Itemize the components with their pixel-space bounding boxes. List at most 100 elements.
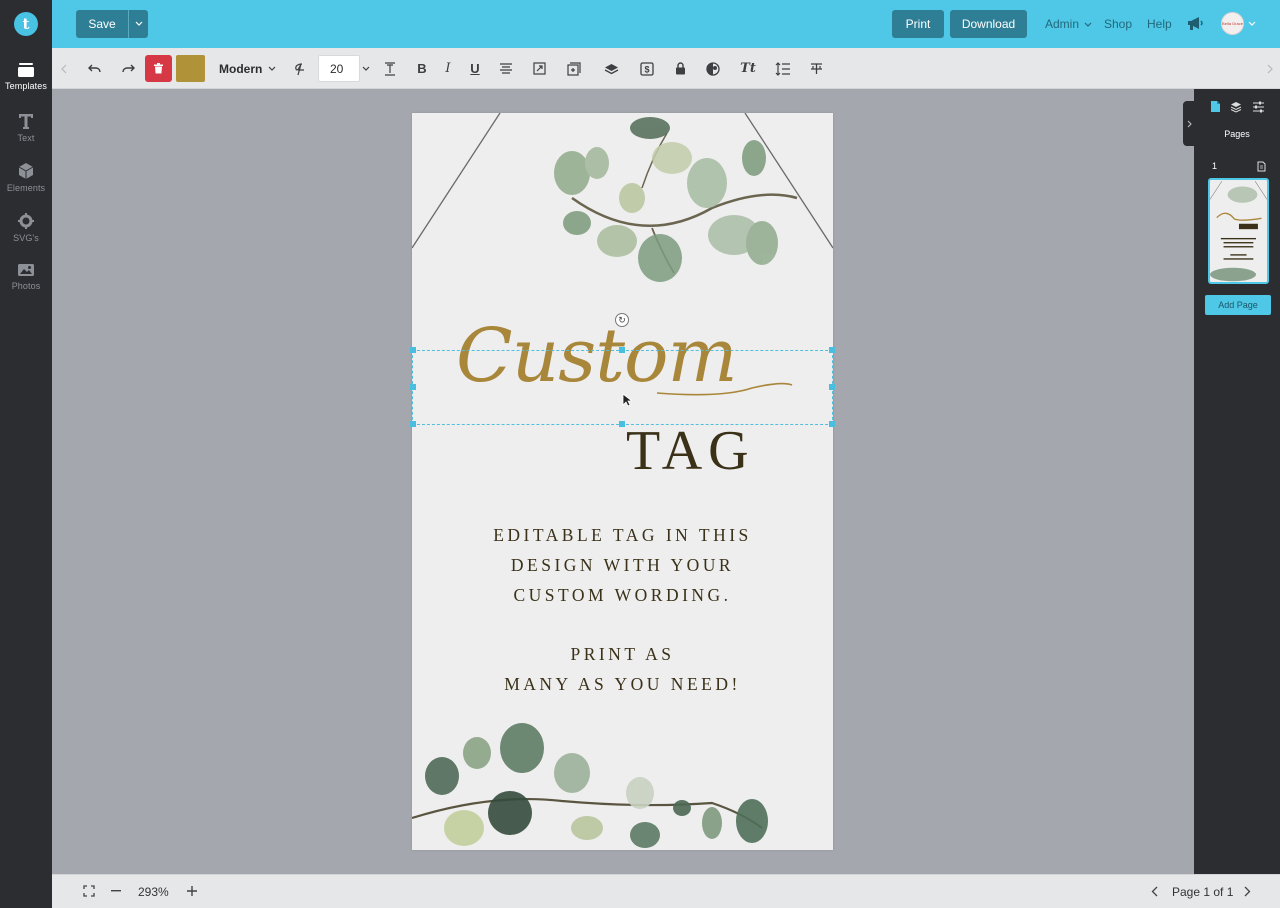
sidebar-item-text[interactable]: Text (0, 112, 52, 143)
font-size-dropdown[interactable] (360, 55, 372, 82)
page-number-label: 1 (1212, 161, 1218, 171)
sidebar-item-label: Text (17, 133, 35, 143)
align-center-button[interactable] (496, 48, 516, 89)
svg-text:$: $ (644, 64, 649, 74)
font-size-value: 20 (330, 61, 344, 76)
resize-button[interactable] (529, 48, 549, 89)
bold-icon: B (417, 61, 427, 76)
lock-button[interactable] (670, 48, 690, 89)
duplicate-button[interactable] (564, 48, 584, 89)
pages-tab-icon[interactable] (1210, 100, 1221, 113)
chevron-down-icon (135, 21, 142, 26)
resize-handle-bottom[interactable] (619, 421, 625, 427)
admin-menu[interactable]: Admin (1045, 17, 1092, 31)
chevron-down-icon[interactable] (1248, 21, 1256, 27)
toolbar-scroll-left[interactable] (56, 48, 72, 89)
chevron-down-icon (268, 66, 276, 71)
help-link[interactable]: Help (1147, 17, 1172, 31)
templates-icon (18, 63, 34, 77)
resize-handle-top[interactable] (619, 347, 625, 353)
script-font-icon (295, 62, 304, 75)
chevron-down-icon (362, 66, 370, 71)
zoom-in-icon[interactable] (187, 886, 197, 896)
fullscreen-icon[interactable] (83, 885, 95, 897)
add-page-button[interactable]: Add Page (1205, 295, 1271, 315)
letter-spacing-button[interactable] (380, 48, 400, 89)
align-center-icon (500, 63, 512, 74)
resize-handle-tl[interactable] (410, 347, 416, 353)
font-style-button[interactable] (290, 48, 308, 89)
italic-icon: I (445, 61, 451, 76)
resize-handle-left[interactable] (410, 384, 416, 390)
editor-toolbar: Modern 20 B I U $ Tt (52, 48, 1280, 89)
sidebar-item-photos[interactable]: Photos (0, 262, 52, 291)
undo-button[interactable] (84, 48, 104, 89)
resize-handle-br[interactable] (829, 421, 835, 427)
body-line-3[interactable]: CUSTOM WORDING. (412, 585, 833, 606)
bold-button[interactable]: B (412, 48, 432, 89)
settings-sliders-icon[interactable] (1252, 101, 1265, 113)
underline-icon: U (470, 61, 480, 76)
admin-menu-label: Admin (1045, 17, 1080, 31)
next-page-icon[interactable] (1244, 886, 1251, 897)
dollar-box-icon: $ (640, 61, 654, 76)
layers-tab-icon[interactable] (1230, 101, 1242, 113)
italic-button[interactable]: I (438, 48, 458, 89)
undo-icon (87, 64, 101, 72)
redo-icon (121, 64, 135, 72)
chevron-right-icon (1267, 64, 1273, 73)
text-height-icon (385, 61, 395, 76)
resize-handle-right[interactable] (829, 384, 835, 390)
rotate-handle[interactable]: ↻ (615, 313, 629, 327)
save-options-button[interactable] (128, 10, 148, 38)
design-editor: t Templates Text Elements SVG's Photos S… (0, 0, 1280, 908)
text-color-swatch[interactable] (176, 55, 205, 82)
avatar[interactable]: Bella Grace (1221, 12, 1244, 35)
resize-icon (532, 62, 546, 75)
prev-page-icon[interactable] (1151, 886, 1158, 897)
print-line-1[interactable]: PRINT AS (412, 644, 833, 665)
top-header: Save Print Download Admin Shop Help Bell… (52, 0, 1280, 48)
sidebar-item-elements[interactable]: Elements (0, 162, 52, 193)
sidebar-item-templates[interactable]: Templates (0, 62, 52, 91)
trash-icon (154, 63, 163, 74)
body-line-1[interactable]: EDITABLE TAG IN THIS (412, 525, 833, 546)
delete-button[interactable] (145, 55, 172, 82)
print-button[interactable]: Print (892, 10, 944, 38)
download-button[interactable]: Download (950, 10, 1027, 38)
save-button[interactable]: Save (76, 10, 128, 38)
body-line-2[interactable]: DESIGN WITH YOUR (412, 555, 833, 576)
font-family-value: Modern (219, 61, 263, 76)
bottom-bar: 293% Page 1 of 1 (52, 874, 1280, 908)
duplicate-icon (567, 61, 581, 76)
transparency-button[interactable] (703, 48, 723, 89)
text-effects-button[interactable] (806, 48, 826, 89)
rotate-icon: ↻ (618, 314, 626, 325)
shop-link[interactable]: Shop (1104, 17, 1132, 31)
text-transform-button[interactable]: Tt (738, 48, 758, 89)
print-line-2[interactable]: MANY AS YOU NEED! (412, 674, 833, 695)
opacity-icon (706, 61, 720, 76)
text-icon (19, 114, 33, 129)
resize-handle-bl[interactable] (410, 421, 416, 427)
elements-icon (18, 163, 34, 179)
redo-button[interactable] (118, 48, 138, 89)
design-canvas[interactable]: Custom TAG EDITABLE TAG IN THIS DESIGN W… (412, 113, 833, 850)
line-height-button[interactable] (772, 48, 792, 89)
page-options-icon[interactable] (1257, 161, 1266, 172)
page-thumbnail[interactable] (1208, 178, 1269, 284)
resize-handle-tr[interactable] (829, 347, 835, 353)
underline-button[interactable]: U (465, 48, 485, 89)
font-size-input[interactable]: 20 (318, 55, 360, 82)
sidebar-item-svgs[interactable]: SVG's (0, 212, 52, 243)
custom-script-text[interactable]: Custom (456, 313, 738, 399)
app-logo[interactable]: t (14, 12, 38, 36)
zoom-out-icon[interactable] (111, 890, 121, 892)
megaphone-icon[interactable] (1187, 16, 1204, 31)
tag-heading-text[interactable]: TAG (626, 419, 755, 483)
toolbar-scroll-right[interactable] (1262, 48, 1278, 89)
panel-title: Pages (1224, 129, 1250, 139)
layer-order-button[interactable] (601, 48, 621, 89)
font-family-select[interactable]: Modern (210, 55, 280, 82)
link-button[interactable]: $ (637, 48, 657, 89)
